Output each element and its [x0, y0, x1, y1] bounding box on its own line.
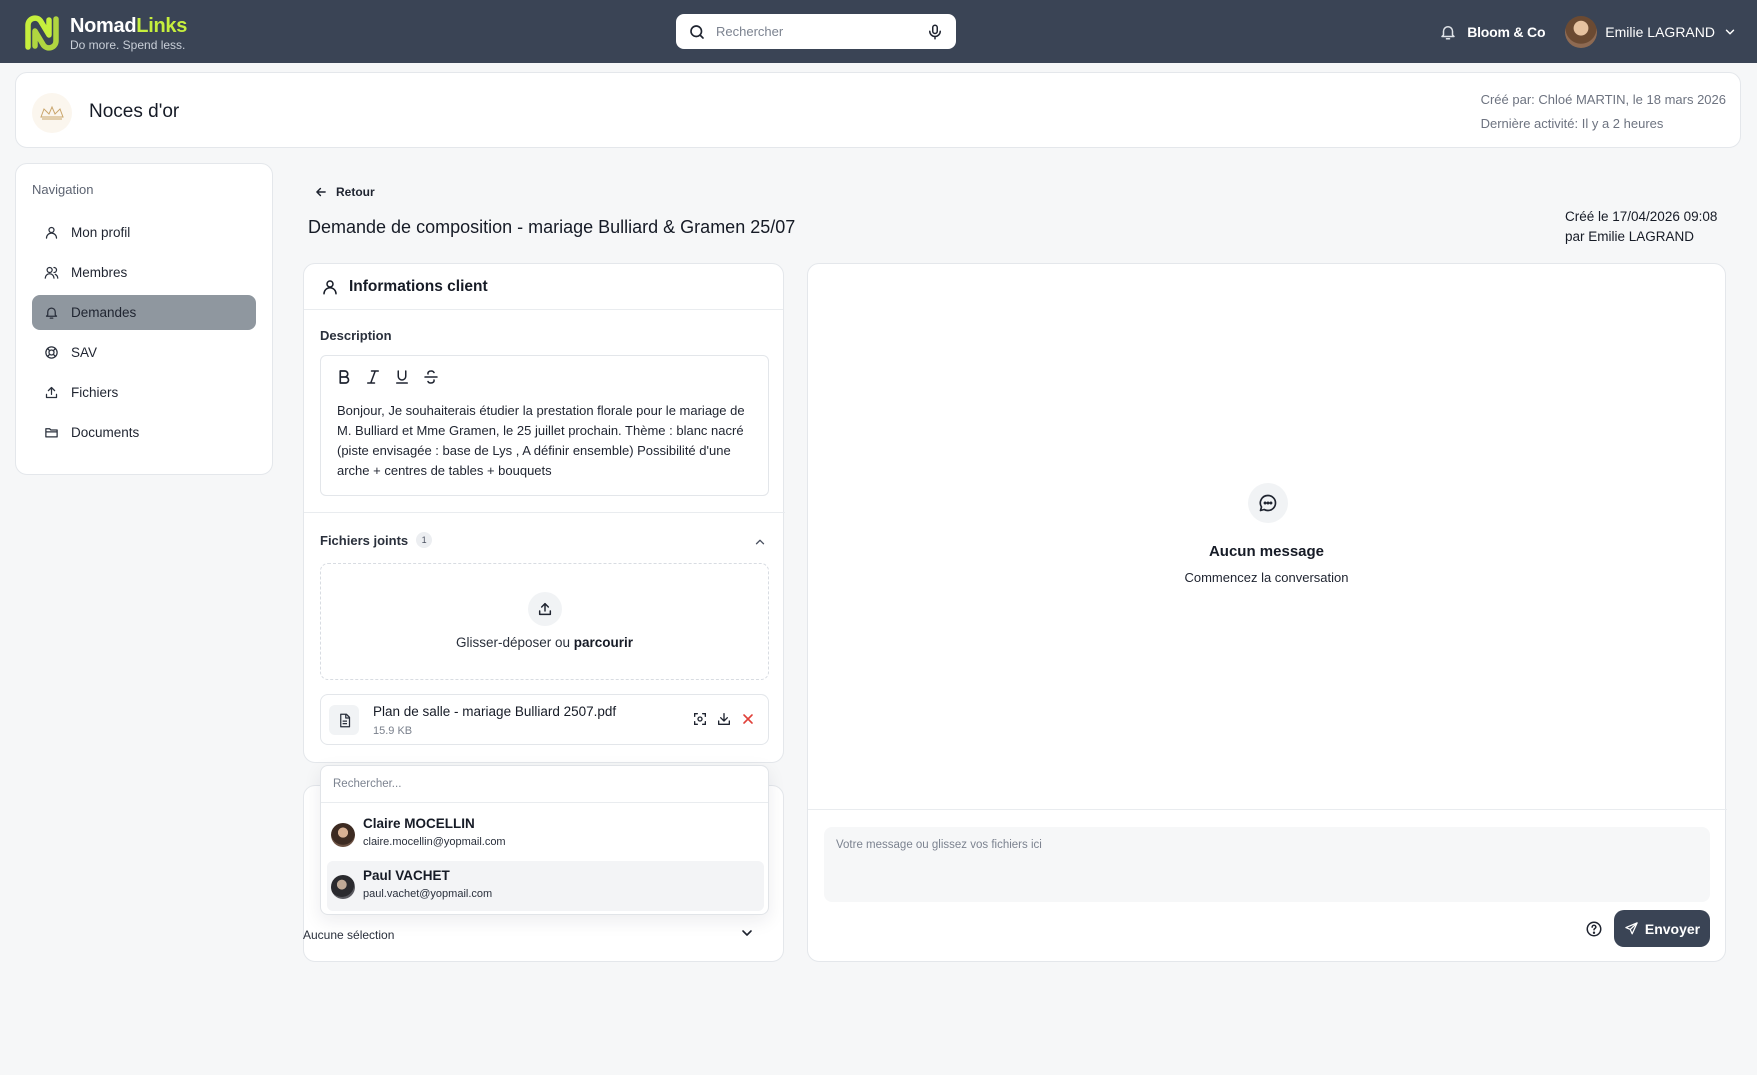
send-button[interactable]: Envoyer — [1614, 910, 1710, 947]
sidebar-item-membres[interactable]: Membres — [32, 255, 256, 290]
dropzone-text: Glisser-déposer ou parcourir — [455, 635, 634, 650]
crown-logo-icon — [40, 105, 64, 120]
option-email: paul.vachet@yopmail.com — [363, 888, 493, 900]
document-icon — [339, 713, 350, 727]
last-activity-text: Dernière activité: Il y a 2 heures — [1480, 116, 1664, 131]
message-input[interactable] — [824, 827, 1710, 902]
sidebar-item-fichiers[interactable]: Fichiers — [32, 375, 256, 410]
bell-icon — [45, 307, 58, 319]
organization-name[interactable]: Bloom & Co — [1467, 24, 1545, 40]
strikethrough-icon[interactable] — [422, 368, 440, 386]
arrow-left-icon — [316, 187, 326, 197]
browse-link[interactable]: parcourir — [574, 635, 633, 650]
avatar — [331, 823, 355, 847]
upload-icon — [538, 602, 552, 616]
sidebar-title: Navigation — [32, 182, 94, 197]
brand-name: NomadLinks — [70, 14, 188, 37]
group-header: Noces d'or Créé par: Chloé MARTIN, le 18… — [15, 72, 1741, 148]
delete-icon[interactable] — [740, 711, 756, 727]
created-by-text: Créé par: Chloé MARTIN, le 18 mars 2026 — [1480, 92, 1726, 107]
sidebar-item-label: Demandes — [71, 305, 137, 320]
client-info-title: Informations client — [349, 277, 488, 295]
upload-icon — [45, 386, 58, 399]
download-icon[interactable] — [716, 711, 732, 727]
option-email: claire.mocellin@yopmail.com — [363, 836, 506, 848]
sidebar-item-label: Membres — [71, 265, 128, 280]
bold-icon[interactable] — [335, 368, 353, 386]
description-editor[interactable]: Bonjour, Je souhaiterais étudier la pres… — [320, 355, 769, 496]
group-logo — [32, 93, 72, 133]
sidebar-item-documents[interactable]: Documents — [32, 415, 256, 450]
description-label: Description — [320, 328, 392, 343]
description-text[interactable]: Bonjour, Je souhaiterais étudier la pres… — [337, 401, 757, 481]
sidebar-item-demandes[interactable]: Demandes — [32, 295, 256, 330]
editor-toolbar — [335, 368, 440, 386]
sidebar-item-label: SAV — [71, 345, 98, 360]
back-link[interactable]: Retour — [314, 185, 375, 199]
user-icon — [323, 279, 337, 294]
message-bubble-icon — [1259, 494, 1277, 512]
help-circle-icon[interactable] — [1585, 920, 1603, 938]
empty-messages-title: Aucun message — [1208, 543, 1325, 560]
sidebar-navigation: Navigation Mon profil Membres Demandes S… — [15, 163, 273, 475]
avatar — [331, 875, 355, 899]
assignee-dropdown: Claire MOCELLIN claire.mocellin@yopmail.… — [320, 765, 769, 915]
group-meta: Créé par: Chloé MARTIN, le 18 mars 2026 … — [1481, 88, 1726, 136]
user-icon — [45, 226, 58, 239]
user-avatar[interactable] — [1565, 15, 1598, 48]
request-created-info: Créé le 17/04/2026 09:08 par Emilie LAGR… — [1565, 207, 1717, 247]
sidebar-item-label: Fichiers — [71, 385, 119, 400]
chevron-down-icon[interactable] — [1723, 25, 1737, 39]
search-input[interactable] — [716, 24, 926, 39]
sidebar-item-sav[interactable]: SAV — [32, 335, 256, 370]
user-name[interactable]: Emilie LAGRAND — [1605, 24, 1715, 40]
attached-file-row: Plan de salle - mariage Bulliard 2507.pd… — [320, 694, 769, 745]
sidebar-item-mon-profil[interactable]: Mon profil — [32, 215, 256, 250]
chat-divider — [808, 809, 1727, 810]
file-dropzone[interactable]: Glisser-déposer ou parcourir — [320, 563, 769, 680]
files-count-badge: 1 — [416, 532, 433, 548]
microphone-icon[interactable] — [926, 23, 944, 41]
assignee-select-value[interactable]: Aucune sélection — [303, 928, 394, 942]
created-author: par Emilie LAGRAND — [1565, 229, 1695, 244]
search-icon — [690, 24, 704, 39]
dropdown-option-paul-vachet[interactable]: Paul VACHET paul.vachet@yopmail.com — [327, 861, 764, 911]
send-icon — [1625, 922, 1638, 935]
group-title: Noces d'or — [89, 101, 180, 122]
page-title: Demande de composition - mariage Bulliar… — [308, 217, 796, 237]
sidebar-item-label: Mon profil — [71, 225, 131, 240]
sidebar-item-label: Documents — [71, 425, 140, 440]
chevron-down-icon[interactable] — [739, 925, 755, 941]
dropdown-option-claire-mocellin[interactable]: Claire MOCELLIN claire.mocellin@yopmail.… — [327, 809, 764, 859]
empty-messages-subtitle: Commencez la conversation — [1184, 570, 1349, 585]
notification-bell-icon[interactable] — [1439, 23, 1457, 41]
italic-icon[interactable] — [364, 368, 382, 386]
file-size: 15.9 KB — [373, 725, 413, 737]
option-name: Claire MOCELLIN — [363, 816, 475, 831]
file-name: Plan de salle - mariage Bulliard 2507.pd… — [373, 704, 617, 719]
send-label: Envoyer — [1644, 920, 1701, 937]
section-divider — [304, 512, 785, 513]
top-navbar: NomadLinks Do more. Spend less. Bloom & … — [0, 0, 1757, 63]
file-actions — [692, 711, 756, 727]
client-info-card: Informations client Description Bonjour,… — [303, 263, 785, 763]
lifebuoy-icon — [45, 346, 58, 359]
client-info-header: Informations client — [304, 264, 783, 310]
global-search[interactable] — [676, 14, 956, 49]
back-label: Retour — [336, 185, 375, 199]
brand-logo[interactable]: NomadLinks Do more. Spend less. — [22, 13, 187, 53]
dropdown-search-input[interactable] — [333, 778, 725, 790]
users-icon — [44, 266, 59, 279]
conversation-panel: Aucun message Commencez la conversation … — [807, 263, 1727, 962]
chevron-up-icon[interactable] — [753, 535, 767, 549]
created-date: Créé le 17/04/2026 09:08 — [1565, 209, 1718, 224]
attached-files-label[interactable]: Fichiers joints 1 — [320, 532, 433, 548]
preview-icon[interactable] — [692, 711, 708, 727]
nomadlinks-logo-icon — [25, 15, 59, 51]
brand-tagline: Do more. Spend less. — [70, 37, 186, 52]
option-name: Paul VACHET — [363, 868, 450, 883]
folder-icon — [45, 428, 58, 438]
underline-icon[interactable] — [393, 368, 411, 386]
